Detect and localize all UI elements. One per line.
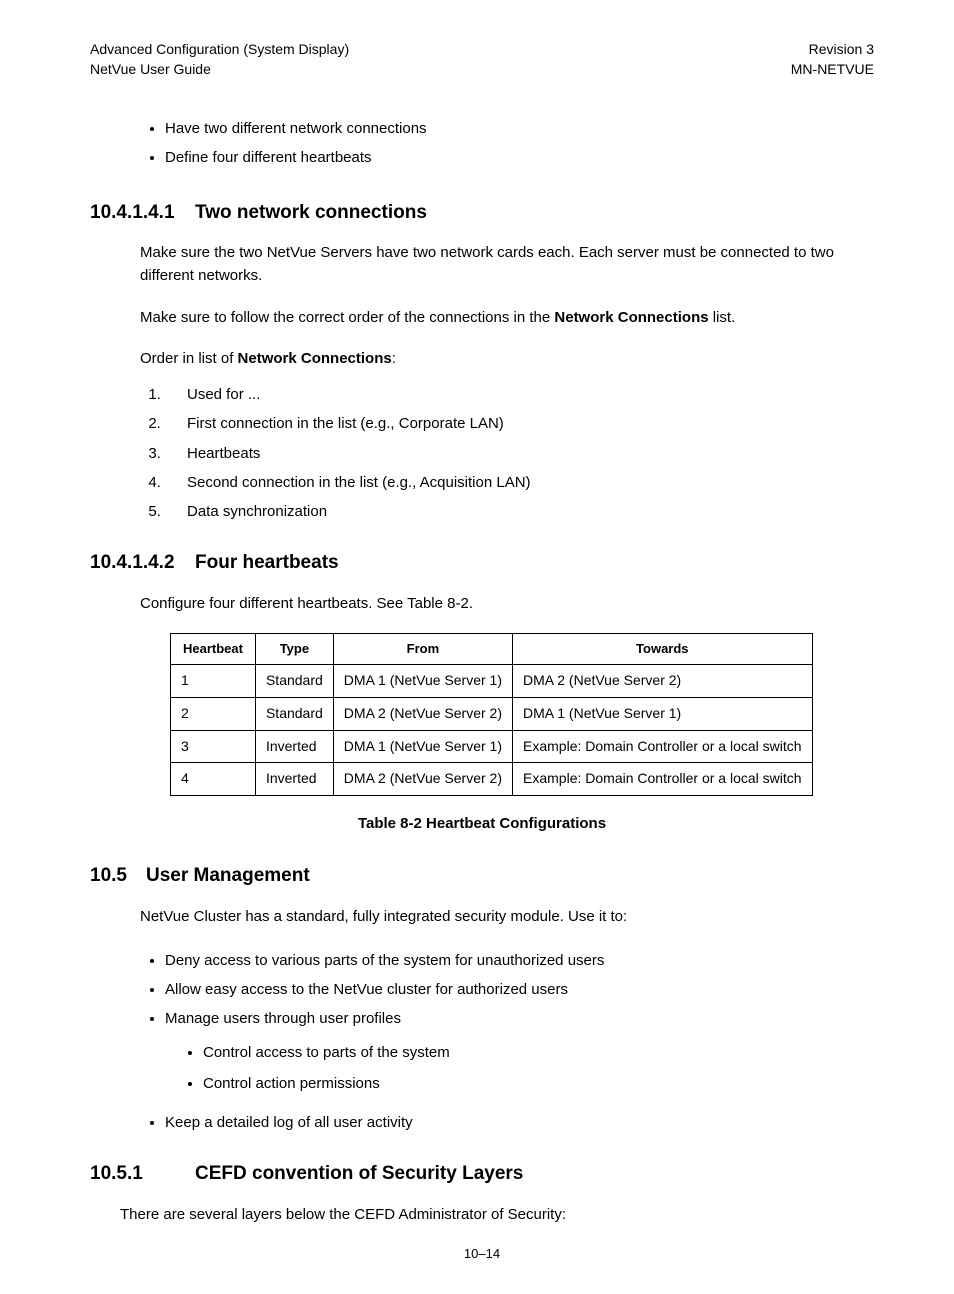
intro-bullet-list: Have two different network connections D… [90, 114, 874, 173]
paragraph: Make sure the two NetVue Servers have tw… [90, 241, 874, 288]
page-header: Advanced Configuration (System Display) … [90, 40, 874, 79]
list-item: Used for ... [165, 380, 874, 409]
heading-title: CEFD convention of Security Layers [195, 1159, 523, 1188]
header-left-2: NetVue User Guide [90, 60, 349, 80]
heading-two-network: 10.4.1.4.1 Two network connections [90, 198, 874, 227]
list-item: Control access to parts of the system [203, 1037, 874, 1068]
paragraph: Order in list of Network Connections: [90, 347, 874, 370]
list-item: Data synchronization [165, 497, 874, 526]
cell: 3 [171, 730, 256, 763]
cell: 1 [171, 665, 256, 698]
list-item: Manage users through user profiles Contr… [165, 1004, 874, 1108]
th-towards: Towards [513, 634, 813, 665]
cell: Inverted [255, 730, 333, 763]
cell: Example: Domain Controller or a local sw… [513, 730, 813, 763]
list-item: Define four different heartbeats [165, 143, 874, 172]
list-item: Have two different network connections [165, 114, 874, 143]
um-bullet-list: Deny access to various parts of the syst… [90, 946, 874, 1138]
list-item-text: Manage users through user profiles [165, 1010, 401, 1027]
header-right-1: Revision 3 [791, 40, 874, 60]
heading-cefd: 10.5.1 CEFD convention of Security Layer… [90, 1159, 874, 1188]
th-from: From [333, 634, 512, 665]
cell: 2 [171, 697, 256, 730]
table-row: 2 Standard DMA 2 (NetVue Server 2) DMA 1… [171, 697, 813, 730]
header-left-1: Advanced Configuration (System Display) [90, 40, 349, 60]
heartbeat-table: Heartbeat Type From Towards 1 Standard D… [170, 633, 813, 796]
header-right-2: MN-NETVUE [791, 60, 874, 80]
cell: DMA 1 (NetVue Server 1) [333, 665, 512, 698]
heading-title: User Management [146, 861, 310, 890]
text-run: Order in list of [140, 350, 238, 367]
heading-title: Four heartbeats [195, 548, 339, 577]
heading-four-heartbeats: 10.4.1.4.2 Four heartbeats [90, 548, 874, 577]
heading-number: 10.5.1 [90, 1159, 195, 1188]
cell: Inverted [255, 763, 333, 796]
heading-user-management: 10.5 User Management [90, 861, 874, 890]
list-item: Keep a detailed log of all user activity [165, 1108, 874, 1137]
paragraph: Configure four different heartbeats. See… [90, 592, 874, 615]
page-number: 10–14 [90, 1244, 874, 1264]
table-row: 1 Standard DMA 1 (NetVue Server 1) DMA 2… [171, 665, 813, 698]
heading-number: 10.5 [90, 861, 146, 890]
table-header-row: Heartbeat Type From Towards [171, 634, 813, 665]
list-item: Control action permissions [203, 1068, 874, 1099]
heading-number: 10.4.1.4.2 [90, 548, 195, 577]
cell: DMA 1 (NetVue Server 1) [333, 730, 512, 763]
text-bold: Network Connections [238, 350, 392, 367]
ordered-list: Used for ... First connection in the lis… [90, 380, 874, 526]
cell: DMA 2 (NetVue Server 2) [333, 763, 512, 796]
text-run: : [392, 350, 396, 367]
list-item: First connection in the list (e.g., Corp… [165, 409, 874, 438]
list-item: Second connection in the list (e.g., Acq… [165, 468, 874, 497]
list-item: Deny access to various parts of the syst… [165, 946, 874, 975]
table-row: 3 Inverted DMA 1 (NetVue Server 1) Examp… [171, 730, 813, 763]
table-row: 4 Inverted DMA 2 (NetVue Server 2) Examp… [171, 763, 813, 796]
cell: 4 [171, 763, 256, 796]
text-bold: Network Connections [554, 309, 708, 326]
heading-number: 10.4.1.4.1 [90, 198, 195, 227]
cell: DMA 2 (NetVue Server 2) [333, 697, 512, 730]
list-item: Heartbeats [165, 439, 874, 468]
sub-bullet-list: Control access to parts of the system Co… [165, 1037, 874, 1100]
text-run: list. [709, 309, 736, 326]
paragraph: There are several layers below the CEFD … [90, 1203, 874, 1226]
text-run: Make sure to follow the correct order of… [140, 309, 554, 326]
heading-title: Two network connections [195, 198, 427, 227]
cell: DMA 2 (NetVue Server 2) [513, 665, 813, 698]
paragraph: Make sure to follow the correct order of… [90, 306, 874, 329]
list-item: Allow easy access to the NetVue cluster … [165, 975, 874, 1004]
paragraph: NetVue Cluster has a standard, fully int… [90, 905, 874, 928]
cell: Standard [255, 697, 333, 730]
th-heartbeat: Heartbeat [171, 634, 256, 665]
table-caption: Table 8-2 Heartbeat Configurations [90, 812, 874, 835]
cell: Example: Domain Controller or a local sw… [513, 763, 813, 796]
cell: Standard [255, 665, 333, 698]
cell: DMA 1 (NetVue Server 1) [513, 697, 813, 730]
th-type: Type [255, 634, 333, 665]
